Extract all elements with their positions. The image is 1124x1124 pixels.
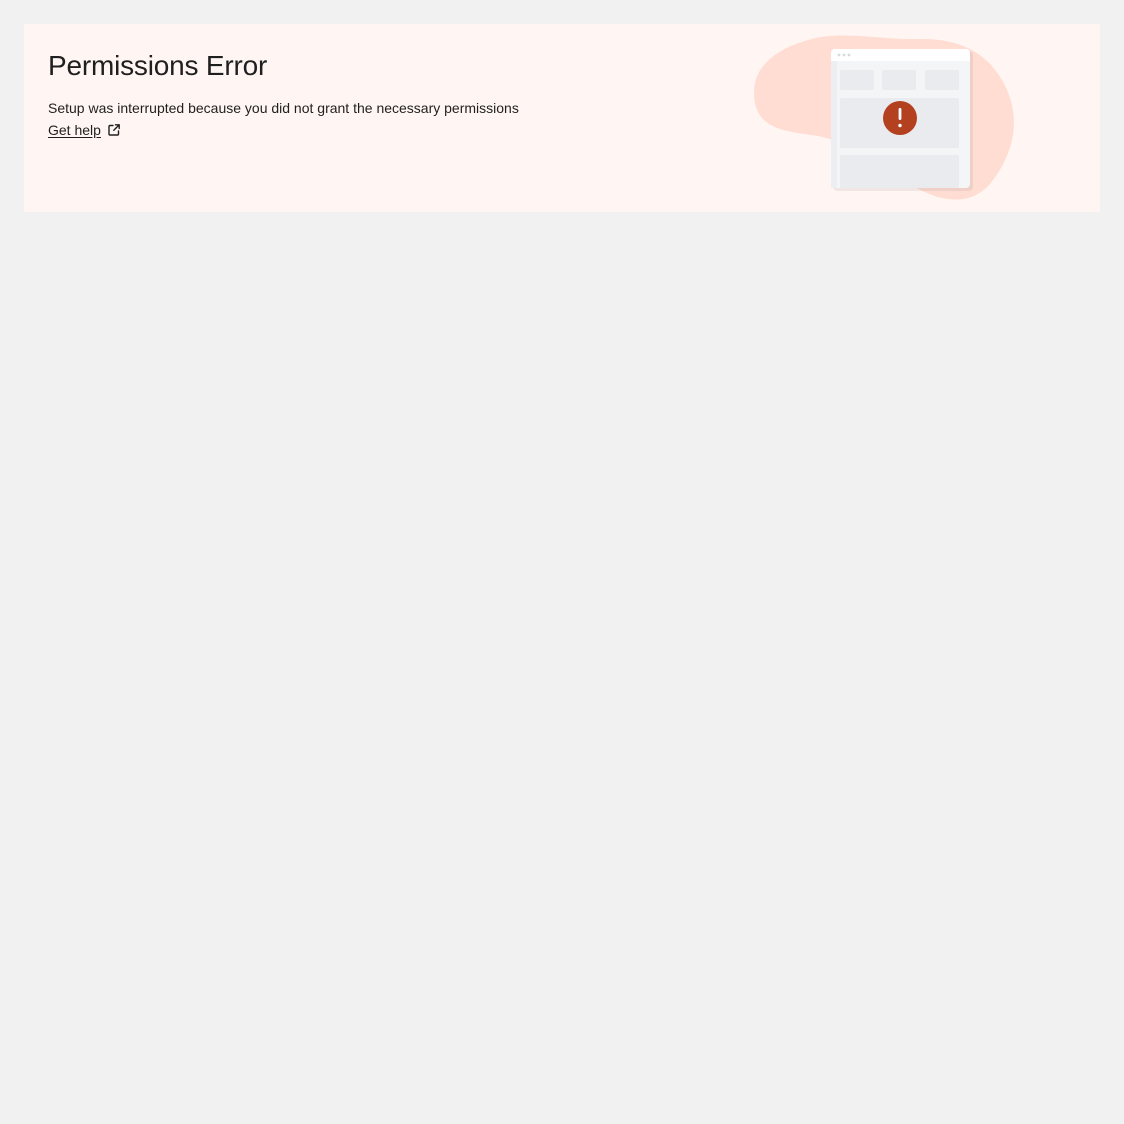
banner-text: Permissions Error Setup was interrupted … xyxy=(48,46,519,140)
error-banner: Permissions Error Setup was interrupted … xyxy=(24,24,1100,212)
error-window-illustration xyxy=(753,35,1014,200)
get-help-link[interactable]: Get help xyxy=(48,120,121,140)
error-message: Setup was interrupted because you did no… xyxy=(48,100,519,116)
external-link-icon xyxy=(108,124,120,136)
get-help-label: Get help xyxy=(48,122,101,138)
page-title: Permissions Error xyxy=(48,50,268,81)
